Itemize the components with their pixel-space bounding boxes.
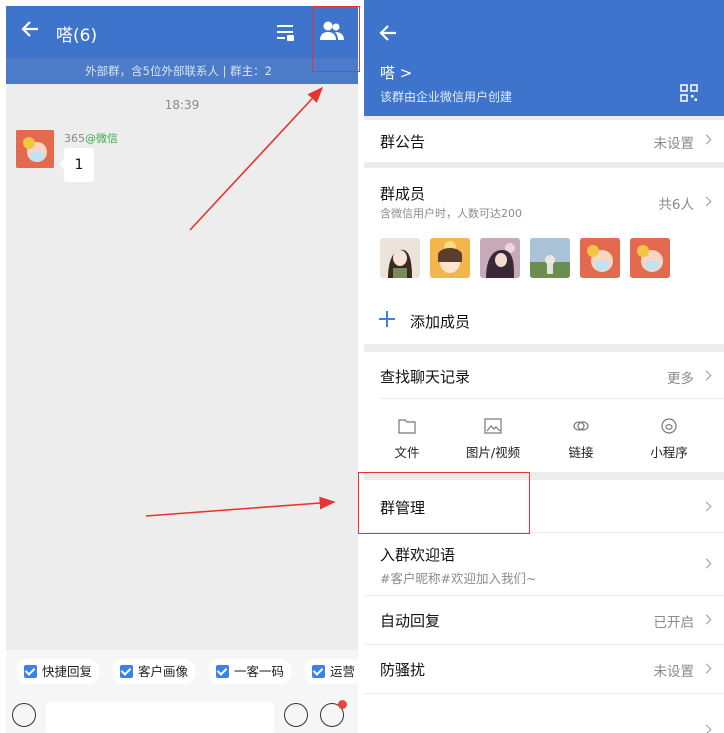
members-subtitle: 含微信用户时，人数可达200 [380, 207, 522, 220]
filter-files[interactable]: 文件 [364, 442, 452, 461]
chat-title: 嗒(6) [56, 26, 98, 46]
filter-images-videos[interactable]: 图片/视频 [448, 442, 538, 461]
quick-action-bar: 快捷回复 客户画像 一客一码 运营 [6, 650, 358, 692]
member-avatar[interactable] [580, 238, 620, 278]
chevron-right-icon [701, 370, 712, 381]
member-avatar[interactable] [430, 238, 470, 278]
notification-dot [338, 700, 347, 709]
next-settings-row[interactable] [364, 694, 724, 733]
sender-source: @微信 [85, 132, 118, 145]
chevron-right-icon [701, 614, 712, 625]
announcement-row[interactable]: 群公告 未设置 [364, 120, 724, 162]
voice-icon[interactable] [12, 703, 36, 727]
chat-window: 嗒(6) 外部群，含5位外部联系人 | 群主：2 18:39 365@微信 1 … [6, 6, 358, 733]
anti-harassment-row[interactable]: 防骚扰 未设置 [364, 645, 724, 693]
checkbox-icon [216, 665, 229, 678]
members-section: 群成员 含微信用户时，人数可达200 共6人 添加成员 [364, 168, 724, 344]
auto-reply-title: 自动回复 [380, 612, 441, 630]
chevron-right-icon [701, 724, 712, 733]
welcome-message-row[interactable]: 入群欢迎语 #客户昵称#欢迎加入我们~ [364, 533, 724, 595]
auto-reply-value: 已开启 [653, 615, 695, 631]
chat-history-section: 查找聊天记录 更多 文件 图片/视频 链接 小程序 [364, 352, 724, 472]
auto-reply-row[interactable]: 自动回复 已开启 [364, 596, 724, 644]
member-avatar[interactable] [380, 238, 420, 278]
list-settings-icon[interactable] [274, 22, 296, 42]
link-icon[interactable] [572, 418, 590, 434]
chevron-right-icon [701, 134, 712, 145]
highlight-box-group-manage [358, 472, 530, 534]
image-icon[interactable] [484, 418, 502, 434]
message-bubble[interactable]: 1 [59, 148, 94, 182]
customer-profile-chip[interactable]: 客户画像 [112, 659, 197, 684]
message-input[interactable] [46, 702, 274, 733]
sender-name: 365 [64, 132, 85, 145]
welcome-subtitle: #客户昵称#欢迎加入我们~ [380, 571, 537, 586]
checkbox-icon [312, 665, 325, 678]
chat-history-more[interactable]: 更多 [667, 367, 694, 387]
input-bar [6, 692, 358, 733]
group-name[interactable]: 嗒 > [380, 62, 412, 83]
announcement-title: 群公告 [380, 133, 426, 151]
welcome-title: 入群欢迎语 [380, 546, 456, 564]
group-detail-header: 嗒 > 该群由企业微信用户创建 [364, 0, 724, 116]
chat-subheader: 外部群，含5位外部联系人 | 群主：2 [6, 58, 358, 84]
members-count[interactable]: 共6人 [658, 193, 694, 213]
group-detail-panel: 嗒 > 该群由企业微信用户创建 群公告 未设置 群成员 含微信用户时，人数可达2… [364, 0, 724, 733]
quick-reply-chip[interactable]: 快捷回复 [16, 659, 101, 684]
chat-header: 嗒(6) [6, 6, 358, 58]
member-avatar[interactable] [530, 238, 570, 278]
chevron-right-icon [701, 501, 712, 512]
chevron-right-icon [701, 196, 712, 207]
add-member-icon[interactable] [378, 310, 396, 328]
qrcode-icon[interactable] [680, 84, 698, 102]
customer-qrcode-chip[interactable]: 一客一码 [208, 659, 293, 684]
divider [380, 398, 724, 399]
checkbox-icon [120, 665, 133, 678]
chevron-right-icon [701, 558, 712, 569]
chevron-right-icon [701, 663, 712, 674]
chat-history-title[interactable]: 查找聊天记录 [380, 366, 470, 387]
folder-icon[interactable] [398, 418, 416, 434]
member-avatar[interactable] [480, 238, 520, 278]
message-timestamp: 18:39 [164, 98, 200, 112]
message-sender: 365@微信 [64, 130, 118, 146]
operations-chip[interactable]: 运营 [304, 659, 358, 684]
member-avatar[interactable] [630, 238, 670, 278]
emoji-icon[interactable] [284, 703, 308, 727]
back-arrow-icon[interactable] [378, 22, 400, 44]
announcement-value: 未设置 [653, 136, 695, 152]
members-title: 群成员 [380, 185, 426, 203]
highlight-box-members [312, 6, 360, 72]
filter-links[interactable]: 链接 [536, 442, 626, 461]
back-arrow-icon[interactable] [20, 18, 42, 40]
anti-harassment-value: 未设置 [653, 664, 695, 680]
add-member-button[interactable]: 添加成员 [410, 311, 470, 332]
mini-program-icon[interactable] [660, 418, 678, 434]
avatar[interactable] [16, 130, 54, 168]
checkbox-icon [24, 665, 37, 678]
anti-harassment-title: 防骚扰 [380, 661, 426, 679]
group-description: 该群由企业微信用户创建 [380, 90, 513, 104]
filter-mini-programs[interactable]: 小程序 [624, 442, 714, 461]
